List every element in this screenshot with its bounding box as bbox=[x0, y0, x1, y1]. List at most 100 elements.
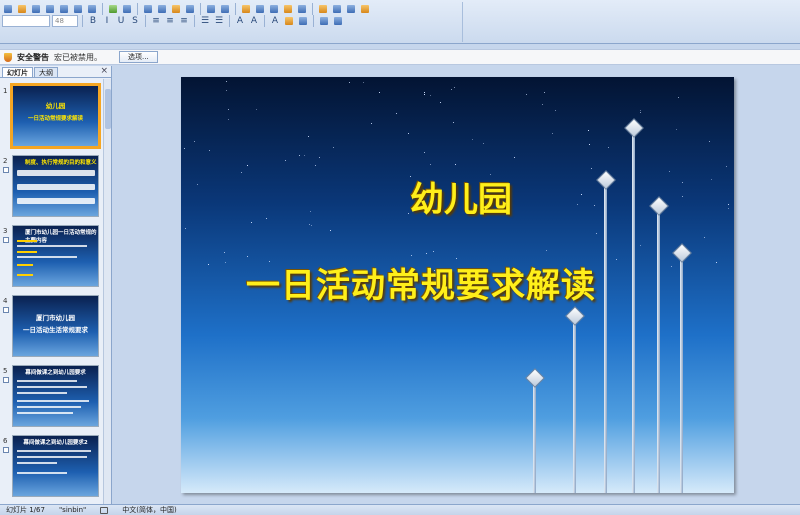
slide-subtitle[interactable]: 一日活动常规要求解读 bbox=[211, 258, 631, 307]
star-dot bbox=[309, 224, 310, 225]
tab-slides[interactable]: 幻灯片 bbox=[2, 67, 33, 77]
star-dot bbox=[185, 228, 186, 229]
slide-number: 6 bbox=[3, 437, 8, 445]
thumbnail-image[interactable]: 幕间做课之到幼儿园要求2 bbox=[12, 435, 99, 497]
font-color-icon[interactable]: A bbox=[269, 15, 281, 27]
star-dot bbox=[440, 102, 441, 103]
align-right-icon[interactable]: ≡ bbox=[178, 15, 190, 27]
animation-icon bbox=[3, 167, 9, 173]
new-slide-icon[interactable] bbox=[332, 15, 344, 27]
thumb-text-block bbox=[17, 184, 95, 190]
thumb-heading-line bbox=[17, 264, 33, 266]
slide-number: 2 bbox=[3, 157, 8, 165]
star-dot bbox=[228, 119, 229, 120]
slide-thumbnail-2[interactable]: 2 制度、执行常规的目的和意义 bbox=[0, 155, 104, 217]
bullets-icon[interactable]: ☰ bbox=[213, 15, 225, 27]
line-color-icon[interactable] bbox=[297, 15, 309, 27]
fill-color-icon[interactable] bbox=[283, 15, 295, 27]
star-dot bbox=[455, 164, 456, 165]
slide-thumbnail-3[interactable]: 3 厦门市幼儿园一日活动常规的主要内容 bbox=[0, 225, 104, 287]
thumbnail-image[interactable]: 幼儿园 一日活动常规要求解读 bbox=[10, 83, 101, 149]
toolbar-separator bbox=[264, 15, 265, 27]
star-dot bbox=[640, 112, 641, 113]
language[interactable]: 中文(简体，中国) bbox=[122, 505, 176, 515]
star-dot bbox=[424, 94, 425, 95]
slide-number: 5 bbox=[3, 367, 8, 375]
star-dot bbox=[682, 182, 683, 183]
slide-thumbnail-6[interactable]: 6 幕间做课之到幼儿园要求2 bbox=[0, 435, 104, 497]
slide-count: 幻灯片 1/67 bbox=[6, 506, 45, 514]
star-dot bbox=[408, 133, 409, 134]
star-dot bbox=[226, 81, 227, 82]
options-button[interactable]: 选项... bbox=[119, 51, 158, 63]
slide-title[interactable]: 幼儿园 bbox=[321, 172, 601, 221]
thumbnail-scrollbar[interactable] bbox=[103, 79, 111, 504]
star-dot bbox=[208, 264, 209, 265]
close-icon[interactable]: × bbox=[100, 66, 108, 76]
star-dot bbox=[184, 148, 185, 149]
star-dot bbox=[453, 122, 454, 123]
design-icon[interactable] bbox=[318, 15, 330, 27]
slide-number: 4 bbox=[3, 297, 8, 305]
thumbnail-image[interactable]: 厦门市幼儿园 一日活动生活常规要求 bbox=[12, 295, 99, 357]
star-dot bbox=[472, 139, 473, 140]
thumbnail-image[interactable]: 厦门市幼儿园一日活动常规的主要内容 bbox=[12, 225, 99, 287]
font-size-combo[interactable]: 48 bbox=[52, 15, 78, 27]
light-pole bbox=[657, 213, 660, 493]
bold-icon[interactable]: B bbox=[87, 15, 99, 27]
align-left-icon[interactable]: ≡ bbox=[150, 15, 162, 27]
star-dot bbox=[433, 251, 434, 252]
italic-icon[interactable]: I bbox=[101, 15, 113, 27]
star-dot bbox=[596, 233, 597, 234]
light-pole bbox=[573, 323, 576, 493]
slide-thumbnail-1[interactable]: 1 幼儿园 一日活动常规要求解读 bbox=[0, 83, 104, 149]
pane-tabs: 幻灯片 大纲 × bbox=[0, 66, 111, 78]
help-icon[interactable] bbox=[359, 3, 371, 15]
numbering-icon[interactable]: ☰ bbox=[199, 15, 211, 27]
star-dot bbox=[426, 253, 427, 254]
star-dot bbox=[526, 94, 527, 95]
status-bar: 幻灯片 1/67 "sinbin" 中文(简体，中国) bbox=[0, 504, 800, 515]
slide-thumbnail-4[interactable]: 4 厦门市幼儿园 一日活动生活常规要求 bbox=[0, 295, 104, 357]
thumb-text-line bbox=[17, 392, 67, 394]
scrollbar-thumb[interactable] bbox=[105, 89, 111, 129]
star-dot bbox=[371, 123, 372, 124]
star-dot bbox=[266, 218, 267, 219]
animation-icon bbox=[3, 447, 9, 453]
animation-icon bbox=[3, 237, 9, 243]
star-dot bbox=[226, 90, 227, 91]
thumb-text-line bbox=[17, 450, 91, 452]
decrease-font-icon[interactable]: A bbox=[248, 15, 260, 27]
thumb-title: 制度、执行常规的目的和意义 bbox=[25, 160, 97, 166]
thumb-heading-line bbox=[17, 274, 33, 276]
thumbnail-list: 1 幼儿园 一日活动常规要求解读 2 制度、执行常规的目的和意义 3 厦门市幼儿… bbox=[0, 79, 112, 504]
cube-ornament bbox=[649, 196, 669, 216]
star-dot bbox=[379, 92, 380, 93]
shadow-icon[interactable]: S bbox=[129, 15, 141, 27]
thumbnail-image[interactable]: 幕间做课之到幼儿园要求 bbox=[12, 365, 99, 427]
slide-thumbnail-5[interactable]: 5 幕间做课之到幼儿园要求 bbox=[0, 365, 104, 427]
align-center-icon[interactable]: ≡ bbox=[164, 15, 176, 27]
star-dot bbox=[711, 179, 712, 180]
tab-outline[interactable]: 大纲 bbox=[34, 67, 58, 77]
thumb-text-line bbox=[17, 380, 77, 382]
thumbnail-image[interactable]: 制度、执行常规的目的和意义 bbox=[12, 155, 99, 217]
star-dot bbox=[194, 141, 195, 142]
spellcheck-icon[interactable] bbox=[100, 506, 109, 514]
increase-font-icon[interactable]: A bbox=[234, 15, 246, 27]
light-pole bbox=[604, 187, 607, 493]
thumb-text-line bbox=[17, 462, 57, 464]
star-dot bbox=[247, 256, 248, 257]
star-dot bbox=[544, 92, 545, 93]
zoom-icon[interactable] bbox=[345, 3, 357, 15]
thumb-text-line bbox=[17, 386, 87, 388]
font-name-combo[interactable] bbox=[2, 15, 50, 27]
current-slide[interactable]: 幼儿园 一日活动常规要求解读 bbox=[181, 77, 734, 493]
light-pole bbox=[632, 135, 635, 493]
star-dot bbox=[726, 166, 727, 167]
slide-number: 1 bbox=[3, 87, 8, 95]
star-dot bbox=[256, 109, 257, 110]
star-dot bbox=[197, 184, 198, 185]
underline-icon[interactable]: U bbox=[115, 15, 127, 27]
security-title: 安全警告 bbox=[17, 52, 49, 62]
